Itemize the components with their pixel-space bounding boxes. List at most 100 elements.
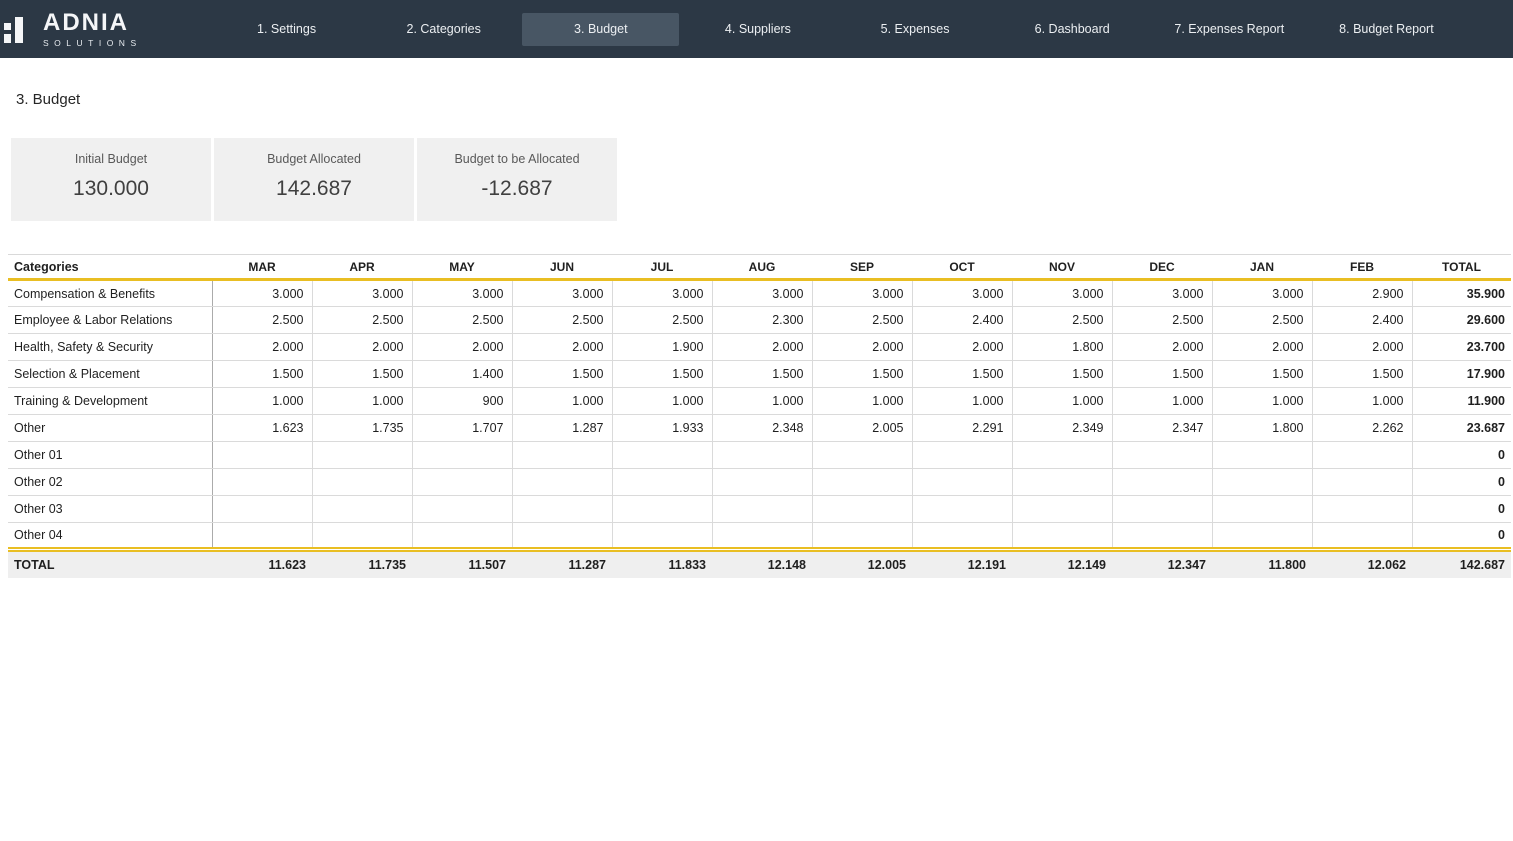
value-cell[interactable]: 2.500 bbox=[1112, 307, 1212, 334]
value-cell[interactable] bbox=[1312, 496, 1412, 523]
category-cell[interactable]: Other 03 bbox=[8, 496, 212, 523]
value-cell[interactable]: 2.500 bbox=[612, 307, 712, 334]
value-cell[interactable]: 2.347 bbox=[1112, 415, 1212, 442]
value-cell[interactable] bbox=[912, 496, 1012, 523]
value-cell[interactable]: 1.800 bbox=[1212, 415, 1312, 442]
value-cell[interactable]: 1.500 bbox=[1312, 361, 1412, 388]
value-cell[interactable]: 1.500 bbox=[712, 361, 812, 388]
value-cell[interactable]: 1.500 bbox=[1012, 361, 1112, 388]
value-cell[interactable]: 1.500 bbox=[1212, 361, 1312, 388]
value-cell[interactable] bbox=[1212, 469, 1312, 496]
value-cell[interactable]: 1.000 bbox=[1112, 388, 1212, 415]
value-cell[interactable] bbox=[512, 442, 612, 469]
tab-suppliers[interactable]: 4. Suppliers bbox=[679, 13, 836, 46]
category-cell[interactable]: Training & Development bbox=[8, 388, 212, 415]
value-cell[interactable] bbox=[912, 442, 1012, 469]
value-cell[interactable] bbox=[712, 496, 812, 523]
value-cell[interactable] bbox=[612, 469, 712, 496]
value-cell[interactable]: 2.500 bbox=[212, 307, 312, 334]
category-cell[interactable]: Employee & Labor Relations bbox=[8, 307, 212, 334]
value-cell[interactable]: 2.300 bbox=[712, 307, 812, 334]
value-cell[interactable]: 1.000 bbox=[912, 388, 1012, 415]
value-cell[interactable] bbox=[212, 523, 312, 550]
value-cell[interactable]: 3.000 bbox=[712, 280, 812, 307]
value-cell[interactable]: 3.000 bbox=[1012, 280, 1112, 307]
tab-expenses[interactable]: 5. Expenses bbox=[837, 13, 994, 46]
value-cell[interactable] bbox=[1212, 442, 1312, 469]
tab-settings[interactable]: 1. Settings bbox=[208, 13, 365, 46]
value-cell[interactable] bbox=[1312, 442, 1412, 469]
value-cell[interactable] bbox=[1112, 469, 1212, 496]
value-cell[interactable] bbox=[812, 469, 912, 496]
value-cell[interactable]: 2.500 bbox=[1012, 307, 1112, 334]
tab-categories[interactable]: 2. Categories bbox=[365, 13, 522, 46]
value-cell[interactable] bbox=[1012, 523, 1112, 550]
value-cell[interactable]: 2.500 bbox=[812, 307, 912, 334]
value-cell[interactable] bbox=[1212, 496, 1312, 523]
value-cell[interactable]: 1.000 bbox=[712, 388, 812, 415]
value-cell[interactable]: 1.500 bbox=[912, 361, 1012, 388]
value-cell[interactable]: 1.707 bbox=[412, 415, 512, 442]
value-cell[interactable]: 1.000 bbox=[1012, 388, 1112, 415]
value-cell[interactable] bbox=[1212, 523, 1312, 550]
value-cell[interactable]: 3.000 bbox=[412, 280, 512, 307]
value-cell[interactable] bbox=[812, 523, 912, 550]
value-cell[interactable]: 1.000 bbox=[1212, 388, 1312, 415]
value-cell[interactable] bbox=[1112, 442, 1212, 469]
value-cell[interactable]: 2.262 bbox=[1312, 415, 1412, 442]
value-cell[interactable]: 1.500 bbox=[1112, 361, 1212, 388]
value-cell[interactable] bbox=[1012, 442, 1112, 469]
value-cell[interactable]: 1.500 bbox=[512, 361, 612, 388]
value-cell[interactable]: 1.000 bbox=[1312, 388, 1412, 415]
value-cell[interactable]: 2.000 bbox=[1312, 334, 1412, 361]
value-cell[interactable] bbox=[1312, 469, 1412, 496]
value-cell[interactable]: 1.000 bbox=[512, 388, 612, 415]
value-cell[interactable]: 2.000 bbox=[812, 334, 912, 361]
value-cell[interactable] bbox=[812, 496, 912, 523]
value-cell[interactable]: 3.000 bbox=[912, 280, 1012, 307]
value-cell[interactable]: 2.400 bbox=[1312, 307, 1412, 334]
value-cell[interactable] bbox=[212, 496, 312, 523]
value-cell[interactable] bbox=[212, 442, 312, 469]
value-cell[interactable]: 2.291 bbox=[912, 415, 1012, 442]
value-cell[interactable] bbox=[412, 496, 512, 523]
value-cell[interactable]: 1.735 bbox=[312, 415, 412, 442]
value-cell[interactable]: 2.000 bbox=[912, 334, 1012, 361]
value-cell[interactable]: 2.500 bbox=[512, 307, 612, 334]
value-cell[interactable]: 2.900 bbox=[1312, 280, 1412, 307]
value-cell[interactable] bbox=[312, 442, 412, 469]
value-cell[interactable] bbox=[312, 523, 412, 550]
value-cell[interactable]: 1.623 bbox=[212, 415, 312, 442]
value-cell[interactable] bbox=[512, 469, 612, 496]
value-cell[interactable] bbox=[912, 469, 1012, 496]
value-cell[interactable] bbox=[312, 496, 412, 523]
value-cell[interactable]: 1.000 bbox=[212, 388, 312, 415]
value-cell[interactable]: 1.500 bbox=[312, 361, 412, 388]
tab-dashboard[interactable]: 6. Dashboard bbox=[994, 13, 1151, 46]
category-cell[interactable]: Other 01 bbox=[8, 442, 212, 469]
value-cell[interactable]: 1.400 bbox=[412, 361, 512, 388]
value-cell[interactable] bbox=[712, 442, 812, 469]
value-cell[interactable] bbox=[1312, 523, 1412, 550]
value-cell[interactable] bbox=[612, 442, 712, 469]
value-cell[interactable] bbox=[612, 496, 712, 523]
value-cell[interactable]: 3.000 bbox=[1112, 280, 1212, 307]
value-cell[interactable]: 1.933 bbox=[612, 415, 712, 442]
category-cell[interactable]: Selection & Placement bbox=[8, 361, 212, 388]
category-cell[interactable]: Other bbox=[8, 415, 212, 442]
value-cell[interactable]: 2.348 bbox=[712, 415, 812, 442]
value-cell[interactable]: 2.349 bbox=[1012, 415, 1112, 442]
category-cell[interactable]: Compensation & Benefits bbox=[8, 280, 212, 307]
value-cell[interactable]: 1.800 bbox=[1012, 334, 1112, 361]
value-cell[interactable] bbox=[1112, 523, 1212, 550]
tab-budget-report[interactable]: 8. Budget Report bbox=[1308, 13, 1465, 46]
tab-budget[interactable]: 3. Budget bbox=[522, 13, 679, 46]
value-cell[interactable] bbox=[612, 523, 712, 550]
value-cell[interactable] bbox=[512, 523, 612, 550]
category-cell[interactable]: Other 02 bbox=[8, 469, 212, 496]
value-cell[interactable] bbox=[712, 469, 812, 496]
value-cell[interactable]: 3.000 bbox=[1212, 280, 1312, 307]
value-cell[interactable] bbox=[1012, 469, 1112, 496]
value-cell[interactable]: 2.000 bbox=[412, 334, 512, 361]
value-cell[interactable]: 900 bbox=[412, 388, 512, 415]
